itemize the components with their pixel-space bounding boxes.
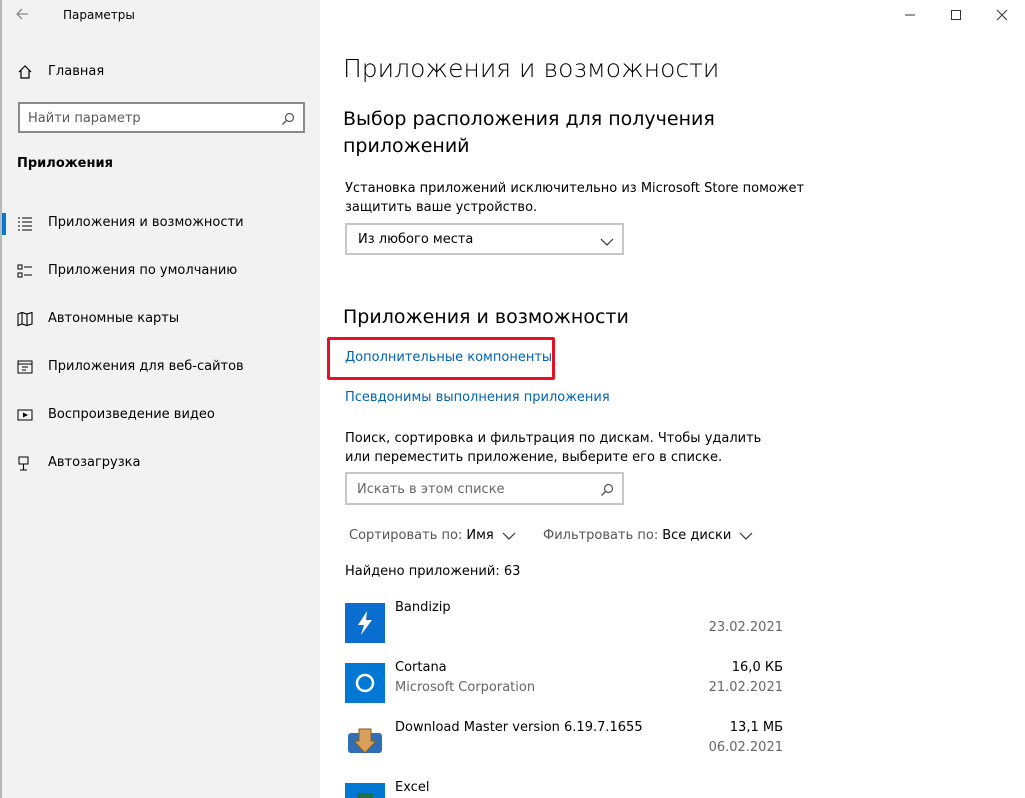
window-controls (887, 0, 1025, 30)
sidebar-item-label: Приложения для веб-сайтов (48, 359, 244, 374)
app-list-item-bandizip[interactable]: Bandizip 23.02.2021 (345, 600, 785, 655)
app-execution-aliases-link[interactable]: Псевдонимы выполнения приложения (345, 390, 610, 405)
app-source-value: Из любого места (358, 232, 474, 247)
optional-features-link[interactable]: Дополнительные компоненты (345, 350, 552, 365)
sidebar-item-default-apps[interactable]: Приложения по умолчанию (0, 251, 320, 291)
sidebar-item-offline-maps[interactable]: Автономные карты (0, 299, 320, 339)
search-description: Поиск, сортировка и фильтрация по дискам… (345, 431, 762, 465)
chevron-down-icon (739, 532, 753, 540)
sort-dropdown[interactable]: Сортировать по: Имя (349, 528, 516, 543)
app-list-search-box[interactable] (345, 472, 624, 505)
app-size: 16,0 КБ (731, 660, 783, 675)
sidebar-item-video-playback[interactable]: Воспроизведение видео (0, 395, 320, 435)
maximize-button[interactable] (933, 0, 979, 30)
app-date: 21.02.2021 (708, 680, 783, 695)
apps-heading: Приложения и возможности (343, 306, 629, 328)
app-name: Download Master version 6.19.7.1655 (395, 720, 643, 735)
default-apps-icon (17, 263, 33, 279)
back-button[interactable] (12, 2, 36, 26)
app-publisher: Microsoft Corporation (395, 680, 536, 695)
app-name: Excel (395, 780, 430, 795)
minimize-icon (905, 14, 915, 16)
back-arrow-icon (16, 8, 28, 20)
download-master-icon (345, 723, 385, 763)
home-icon (17, 64, 33, 80)
apps-list-icon (17, 215, 33, 231)
page-title: Приложения и возможности (343, 54, 720, 83)
window-title: Параметры (63, 8, 135, 22)
sidebar-item-label: Приложения по умолчанию (48, 263, 238, 278)
sidebar-item-label: Приложения и возможности (48, 215, 244, 230)
bandizip-icon (345, 603, 385, 643)
filter-value: Все диски (662, 528, 732, 543)
settings-search-input[interactable] (28, 108, 268, 128)
app-name: Cortana (395, 660, 447, 675)
location-description: Установка приложений исключительно из Mi… (345, 181, 805, 215)
app-list-item-download-master[interactable]: Download Master version 6.19.7.1655 13,1… (345, 720, 785, 775)
sidebar-item-label: Автозагрузка (48, 455, 141, 470)
search-icon[interactable] (600, 482, 614, 496)
sidebar-item-startup[interactable]: Автозагрузка (0, 443, 320, 483)
sidebar-item-label: Воспроизведение видео (48, 407, 215, 422)
app-date: 23.02.2021 (708, 620, 783, 635)
app-list-item-cortana[interactable]: Cortana Microsoft Corporation 16,0 КБ 21… (345, 660, 785, 715)
web-apps-icon (17, 359, 33, 375)
chevron-down-icon (600, 233, 614, 246)
filter-label: Фильтровать по: (543, 528, 659, 543)
sidebar-item-label: Главная (48, 64, 105, 79)
app-date: 06.02.2021 (708, 740, 783, 755)
search-icon[interactable] (281, 111, 295, 125)
app-list-item-excel[interactable]: Excel (345, 780, 785, 798)
filter-dropdown[interactable]: Фильтровать по: Все диски (543, 528, 753, 543)
sidebar-item-apps-features[interactable]: Приложения и возможности (0, 203, 320, 243)
sidebar-item-web-apps[interactable]: Приложения для веб-сайтов (0, 347, 320, 387)
maximize-icon (951, 10, 961, 20)
excel-icon (345, 783, 385, 798)
cortana-icon (345, 663, 385, 703)
map-icon (17, 311, 33, 327)
sidebar-item-label: Автономные карты (48, 311, 180, 326)
chevron-down-icon (502, 532, 516, 540)
sidebar-item-home[interactable]: Главная (0, 56, 320, 88)
minimize-button[interactable] (887, 0, 933, 30)
sort-label: Сортировать по: (349, 528, 463, 543)
location-heading: Выбор расположения для получения приложе… (343, 108, 715, 157)
apps-found-count: Найдено приложений: 63 (345, 564, 521, 579)
app-list-search-input[interactable] (357, 480, 587, 498)
close-button[interactable] (979, 0, 1025, 30)
app-source-dropdown[interactable]: Из любого места (345, 223, 624, 255)
video-icon (17, 407, 33, 423)
settings-search-box[interactable] (18, 102, 305, 133)
app-size: 13,1 МБ (729, 720, 783, 735)
app-name: Bandizip (395, 600, 451, 615)
close-icon (996, 9, 1008, 21)
sort-value: Имя (466, 528, 494, 543)
startup-icon (17, 455, 33, 471)
sidebar-section-title: Приложения (17, 156, 113, 171)
sidebar: Параметры Главная Приложения Приложения … (0, 0, 320, 798)
